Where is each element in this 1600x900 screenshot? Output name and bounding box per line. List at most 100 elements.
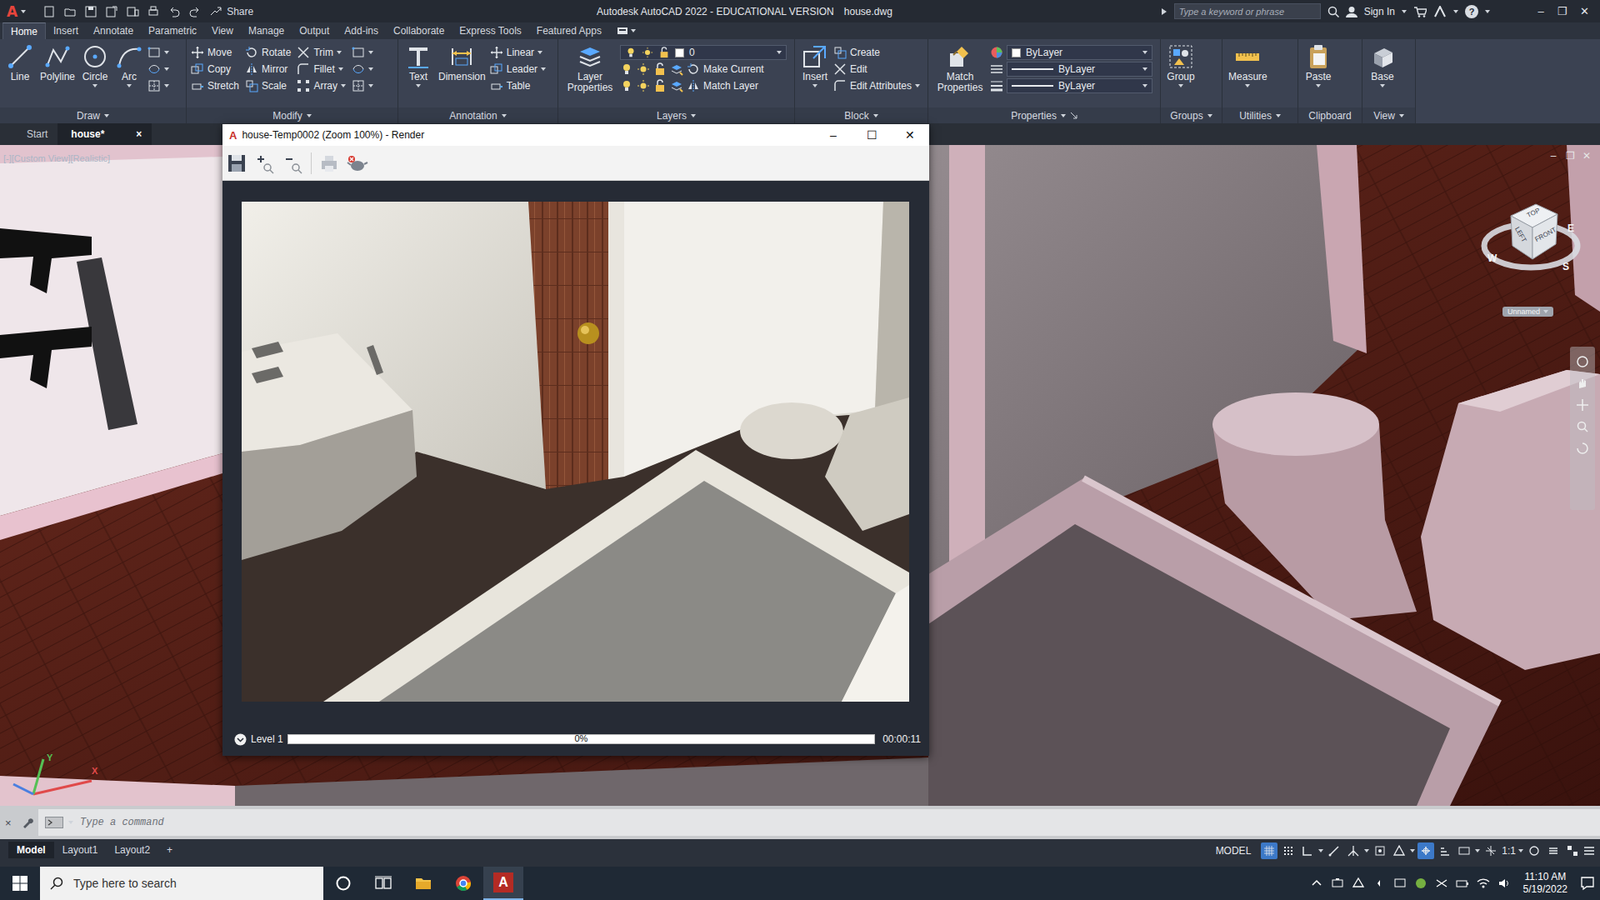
tool-row[interactable]: Edit Attributes [833,77,924,95]
dropdown-caret[interactable] [1275,114,1281,118]
annotation-scale[interactable]: 1:1 [1501,845,1516,857]
panel-title[interactable]: Utilities [1222,107,1298,124]
dropdown-caret[interactable] [164,67,170,71]
tool-row[interactable]: Table [490,77,550,95]
layer-tool-icon[interactable] [620,62,634,76]
tool-label[interactable]: Rotate [261,46,291,59]
ribbon-button[interactable]: Circle [79,43,111,88]
button-label[interactable]: Line [10,71,30,83]
tool-row[interactable]: Linear [490,44,550,61]
button-label[interactable]: Measure [1228,71,1268,83]
ribbon-button[interactable]: Group [1165,43,1197,88]
dropdown-caret[interactable] [915,84,920,88]
add-layout-button[interactable]: + [158,841,181,859]
dialog-launcher-icon[interactable] [1070,111,1078,120]
tool-icon[interactable] [1305,43,1332,70]
tool-icon[interactable] [245,45,259,60]
undo-icon[interactable] [167,5,181,19]
tool-icon[interactable] [81,43,109,70]
ribbon-tab[interactable]: Output [291,22,337,40]
new-icon[interactable] [42,5,56,19]
status-toggle[interactable] [1371,842,1389,860]
tool-icon[interactable] [833,62,847,76]
status-toggle[interactable] [1525,842,1543,860]
search-field[interactable] [1174,3,1321,20]
tool-icon[interactable] [296,79,310,93]
compass-west[interactable]: W [1487,252,1497,265]
user-icon[interactable] [1345,5,1358,18]
ribbon-button[interactable]: Arc [113,43,145,88]
tool-label[interactable]: Fillet [313,63,335,75]
save-image-icon[interactable] [225,152,248,175]
dropdown-caret[interactable] [812,84,818,88]
property-icon[interactable] [990,45,1004,60]
file-tab[interactable]: house*× [57,123,152,145]
panel-title-label[interactable]: Utilities [1239,110,1272,122]
ribbon-tab[interactable]: View [204,22,241,40]
tool-row[interactable] [351,77,377,95]
layer-tool-icon[interactable] [636,62,650,76]
restore-button[interactable]: ❐ [1551,5,1574,18]
layer-name[interactable]: 0 [689,46,695,59]
status-tool-icon[interactable] [1547,845,1560,857]
button-label[interactable]: Layer Properties [564,71,616,94]
close-render-button[interactable]: ✕ [890,128,930,142]
tool-icon[interactable] [801,43,829,70]
clock-date[interactable]: 5/19/2022 [1523,883,1568,896]
tool-label[interactable]: Move [207,46,232,59]
windows-logo-icon[interactable] [12,875,28,891]
status-toggle[interactable] [1545,842,1562,860]
tool-label[interactable]: Create [850,46,880,59]
tool-label[interactable]: Make Current [703,63,765,75]
taskbar-app[interactable] [443,866,484,900]
dropdown-caret[interactable] [20,10,26,14]
status-tool-icon[interactable] [1374,845,1386,857]
tool-icon[interactable] [448,43,475,70]
redo-icon[interactable] [188,5,202,19]
tool-row[interactable]: Trim [296,44,350,61]
tool-icon[interactable] [296,45,310,60]
panel-title[interactable]: Modify [186,107,398,124]
search-icon[interactable] [1327,5,1340,18]
status-tool-icon[interactable] [1301,845,1314,857]
dropdown-caret[interactable] [690,114,696,118]
status-tool-icon[interactable] [1347,845,1360,857]
panel-title-label[interactable]: Draw [76,110,100,122]
property-dropdown[interactable]: ByLayer [1006,78,1153,94]
status-toggle[interactable] [1482,842,1500,860]
tool-icon[interactable] [1234,43,1261,70]
button-label[interactable]: Text [409,71,428,83]
tool-row[interactable] [147,44,173,61]
web-mobile-icon[interactable] [125,5,140,19]
tool-icon[interactable] [245,62,259,76]
tool-label[interactable]: Edit [850,63,868,75]
dropdown-caret[interactable] [306,114,312,118]
taskbar-app[interactable] [323,866,364,900]
property-value[interactable]: ByLayer [1058,80,1095,92]
share-icon[interactable] [209,5,223,19]
dropdown-caret[interactable] [368,84,374,88]
dropdown-caret[interactable] [1453,10,1459,14]
navigation-tool-icon[interactable] [1575,398,1590,412]
tool-icon[interactable] [6,43,34,70]
tray-icon[interactable] [1435,876,1449,890]
tool-row[interactable]: Array [296,77,350,95]
tool-row[interactable]: Create [833,44,924,61]
button-label[interactable]: Match Properties [934,71,986,94]
tool-icon[interactable] [44,43,71,70]
button-label[interactable]: Paste [1305,71,1332,83]
layer-tool-icon[interactable] [653,79,667,93]
dropdown-caret[interactable] [1315,84,1321,88]
dropdown-caret[interactable] [1364,849,1370,853]
ribbon-button[interactable]: Paste [1302,43,1335,88]
dropdown-caret[interactable] [68,820,74,825]
tool-icon[interactable] [147,62,161,76]
file-tab-label[interactable]: Start [26,128,48,140]
zoom-in-icon[interactable] [254,152,276,175]
property-icon[interactable] [990,62,1004,76]
taskbar-app[interactable]: A [483,866,524,900]
dropdown-caret[interactable] [1142,67,1148,71]
button-label[interactable]: Group [1166,71,1195,83]
help-button[interactable]: ? [1465,5,1479,19]
panel-title[interactable]: View [1362,107,1415,124]
